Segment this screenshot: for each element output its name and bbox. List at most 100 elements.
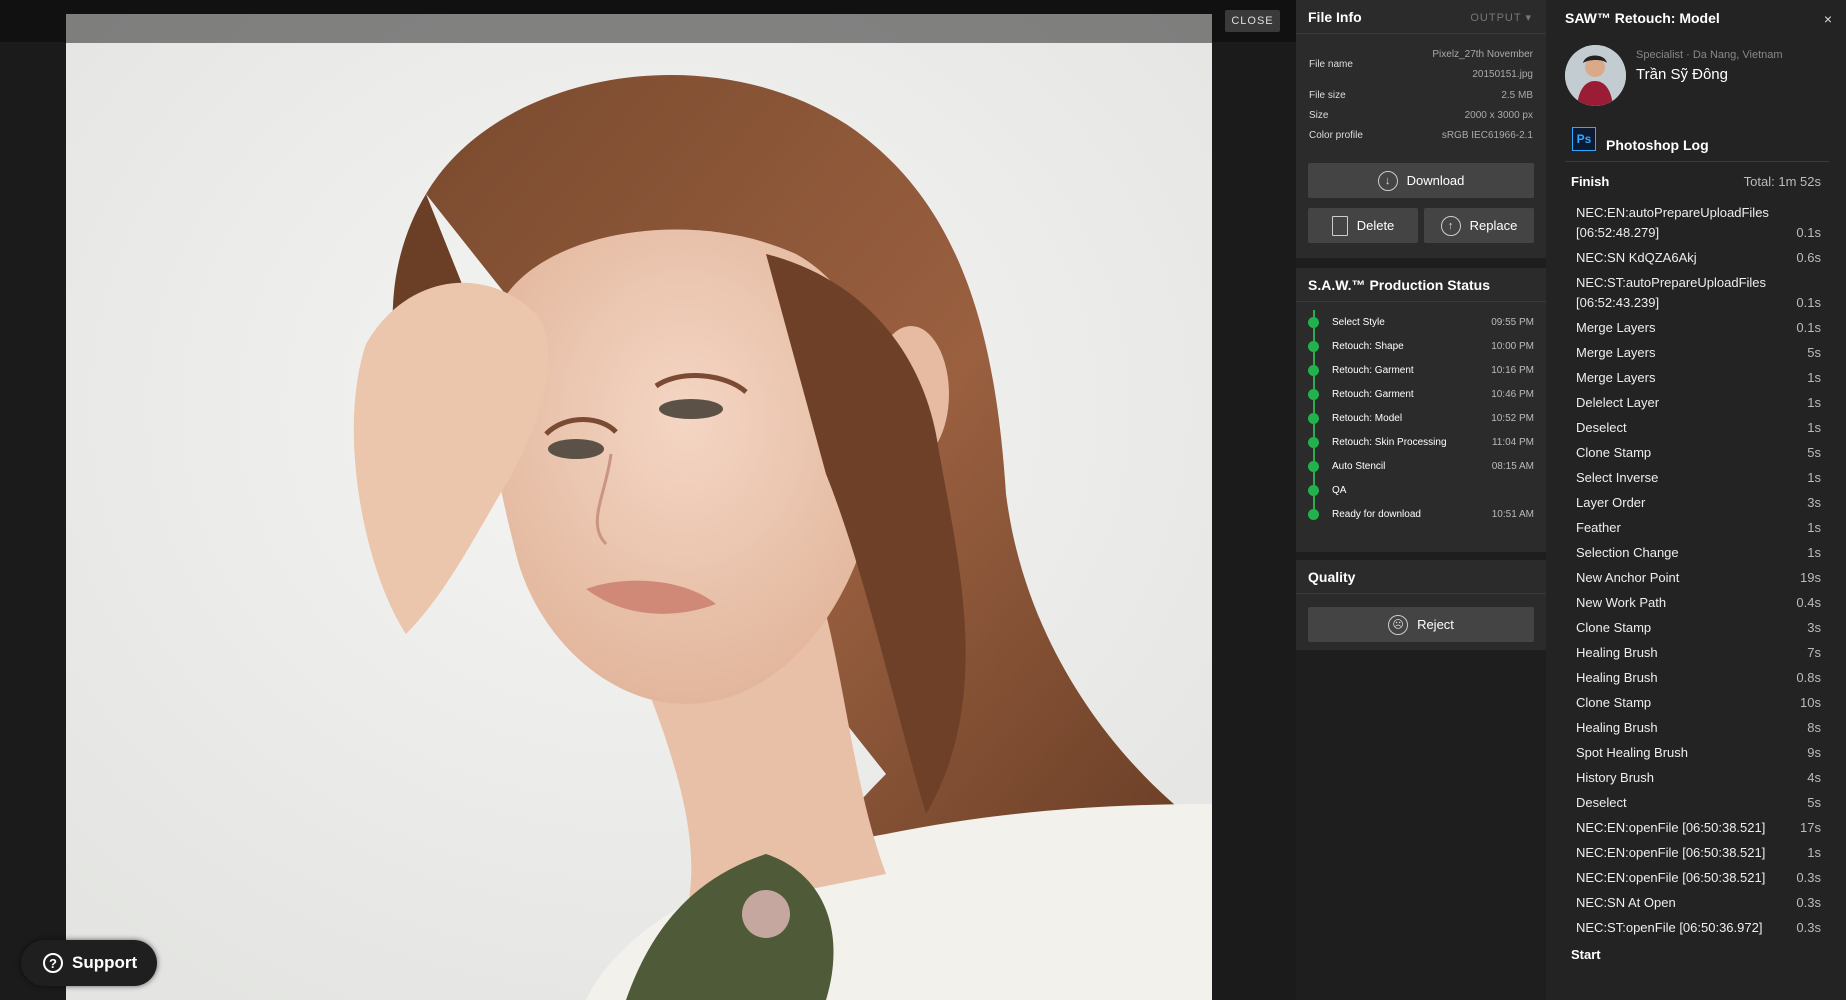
status-step-label: Auto Stencil	[1332, 460, 1386, 472]
output-dropdown[interactable]: OUTPUT ▾	[1470, 11, 1532, 24]
log-action: Merge Layers	[1576, 320, 1656, 335]
download-button[interactable]: ↓ Download	[1308, 163, 1534, 198]
retouch-log-panel: SAW™ Retouch: Model × Specialist · Da Na…	[1546, 0, 1846, 1000]
support-button[interactable]: ? Support	[21, 940, 157, 986]
image-size-value: 2000 x 3000 px	[1464, 110, 1533, 121]
color-profile-row: Color profile sRGB IEC61966-2.1	[1296, 126, 1546, 146]
log-duration: 3s	[1807, 620, 1821, 635]
file-name-label: File name	[1309, 59, 1353, 70]
status-step-label: Retouch: Model	[1332, 412, 1403, 424]
log-action: NEC:EN:openFile [06:50:38.521]	[1576, 845, 1766, 860]
status-step-time: 09:55 PM	[1491, 316, 1534, 328]
status-step: Select Style 09:55 PM	[1308, 310, 1534, 334]
status-step: QA	[1308, 478, 1534, 502]
log-entry: NEC:SN KdQZA6Akj 0.6s	[1576, 248, 1821, 268]
log-entry: Healing Brush 0.8s	[1576, 668, 1821, 688]
quality-title: Quality	[1308, 569, 1356, 585]
file-panel: File Info OUTPUT ▾ File name Pixelz_27th…	[1296, 0, 1546, 1000]
close-button[interactable]: CLOSE	[1225, 10, 1280, 32]
log-duration: 1s	[1807, 845, 1821, 860]
log-action: Clone Stamp	[1576, 695, 1652, 710]
log-entry: Healing Brush 7s	[1576, 643, 1821, 663]
quality-card: Quality ☹ Reject	[1296, 560, 1546, 650]
log-action: NEC:EN:openFile [06:50:38.521]	[1576, 870, 1766, 885]
status-complete-icon	[1308, 460, 1319, 472]
log-action: Feather	[1576, 520, 1621, 535]
status-step-label: Retouch: Garment	[1332, 364, 1414, 376]
log-duration: 5s	[1807, 345, 1821, 360]
status-step-label: Retouch: Skin Processing	[1332, 436, 1447, 448]
reject-label: Reject	[1417, 617, 1454, 632]
log-duration: 4s	[1807, 770, 1821, 785]
status-step: Retouch: Shape 10:00 PM	[1308, 334, 1534, 358]
support-label: Support	[72, 953, 138, 972]
status-step-label: Retouch: Garment	[1332, 388, 1414, 400]
log-action: Healing Brush	[1576, 670, 1658, 685]
log-entry: NEC:ST:openFile [06:50:36.972] 0.3s	[1576, 918, 1821, 938]
log-action: Deselect	[1576, 420, 1627, 435]
status-step-time: 10:46 PM	[1491, 388, 1534, 400]
production-status-title: S.A.W.™ Production Status	[1308, 277, 1491, 293]
log-duration: 1s	[1807, 395, 1821, 410]
image-size-label: Size	[1309, 110, 1329, 121]
quality-header: Quality	[1296, 560, 1546, 594]
status-step-label: Retouch: Shape	[1332, 340, 1404, 352]
log-entry: Merge Layers 5s	[1576, 343, 1821, 363]
log-duration: 1s	[1807, 370, 1821, 385]
close-icon[interactable]: ×	[1824, 11, 1832, 27]
status-step: Retouch: Model 10:52 PM	[1308, 406, 1534, 430]
status-step-label: QA	[1332, 484, 1347, 496]
total-time: Total: 1m 52s	[1743, 174, 1821, 189]
reject-button[interactable]: ☹ Reject	[1308, 607, 1534, 642]
log-action: Layer Order	[1576, 495, 1646, 510]
image-viewer: CLOSE ? Support	[0, 0, 1296, 1000]
status-step-time: 10:16 PM	[1491, 364, 1534, 376]
log-entry: History Brush 4s	[1576, 768, 1821, 788]
log-entry: NEC:EN:openFile [06:50:38.521] 1s	[1576, 843, 1821, 863]
log-action: NEC:ST:openFile [06:50:36.972]	[1576, 920, 1763, 935]
log-action: History Brush	[1576, 770, 1655, 785]
replace-button[interactable]: ↑ Replace	[1424, 208, 1534, 243]
file-size-label: File size	[1309, 90, 1346, 101]
log-action: Merge Layers	[1576, 345, 1656, 360]
log-duration: 17s	[1800, 820, 1821, 835]
log-action: Healing Brush	[1576, 720, 1658, 735]
log-entry: Clone Stamp 10s	[1576, 693, 1821, 713]
log-action: Healing Brush	[1576, 645, 1658, 660]
color-profile-value: sRGB IEC61966-2.1	[1441, 130, 1533, 141]
log-duration: 0.8s	[1796, 670, 1821, 685]
log-entry: Healing Brush 8s	[1576, 718, 1821, 738]
log-action: NEC:SN At Open	[1576, 895, 1676, 910]
log-entry: Spot Healing Brush 9s	[1576, 743, 1821, 763]
log-duration: 5s	[1807, 795, 1821, 810]
log-duration: 0.3s	[1796, 895, 1821, 910]
status-step-time: 10:51 AM	[1491, 508, 1534, 520]
avatar	[1565, 45, 1626, 106]
status-step-time: 10:00 PM	[1491, 340, 1534, 352]
delete-button[interactable]: Delete	[1308, 208, 1418, 243]
log-action: Merge Layers	[1576, 370, 1656, 385]
replace-label: Replace	[1469, 218, 1518, 233]
status-step: Auto Stencil 08:15 AM	[1308, 454, 1534, 478]
log-entry: Selection Change 1s	[1576, 543, 1821, 563]
delete-label: Delete	[1356, 218, 1395, 233]
file-info-header: File Info OUTPUT ▾	[1296, 0, 1546, 34]
log-entry: Delelect Layer 1s	[1576, 393, 1821, 413]
log-entry: Layer Order 3s	[1576, 493, 1821, 513]
log-action: NEC:ST:autoPrepareUploadFiles [06:52:43.…	[1576, 275, 1767, 310]
log-entry: NEC:ST:autoPrepareUploadFiles [06:52:43.…	[1576, 273, 1821, 313]
log-entry: NEC:EN:openFile [06:50:38.521] 0.3s	[1576, 868, 1821, 888]
upload-icon: ↑	[1440, 215, 1461, 236]
log-action: Select Inverse	[1576, 470, 1659, 485]
file-size-row: File size 2.5 MB	[1296, 86, 1546, 106]
log-entry: New Work Path 0.4s	[1576, 593, 1821, 613]
log-action: NEC:EN:autoPrepareUploadFiles [06:52:48.…	[1576, 205, 1769, 240]
production-status-header: S.A.W.™ Production Status	[1296, 268, 1546, 302]
log-entry: Merge Layers 0.1s	[1576, 318, 1821, 338]
status-complete-icon	[1308, 388, 1319, 400]
log-duration: 1s	[1807, 520, 1821, 535]
log-action: Clone Stamp	[1576, 620, 1652, 635]
log-duration: 3s	[1807, 495, 1821, 510]
log-action: NEC:SN KdQZA6Akj	[1576, 250, 1697, 265]
log-entry: Deselect 5s	[1576, 793, 1821, 813]
